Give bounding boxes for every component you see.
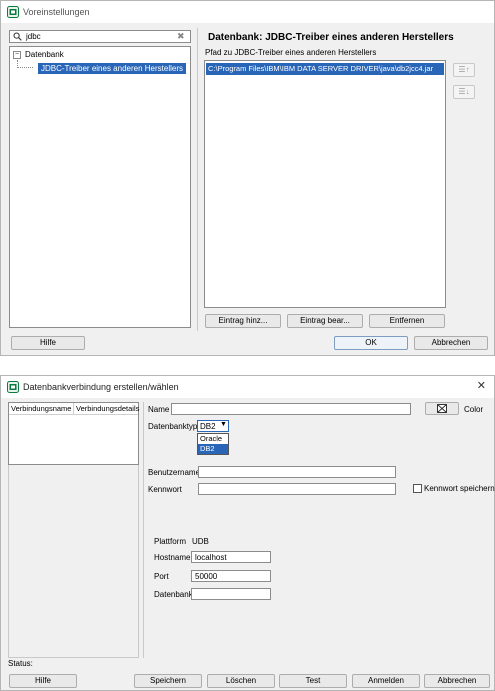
- connection-title: Datenbankverbindung erstellen/wählen: [23, 382, 179, 392]
- save-password-label: Kennwort speichern: [424, 484, 495, 493]
- search-icon: [13, 32, 22, 41]
- col-connection-details[interactable]: Verbindungsdetails: [76, 404, 139, 413]
- color-picker-button[interactable]: [425, 402, 459, 415]
- tree-item-datenbank[interactable]: Datenbank: [25, 50, 64, 59]
- dbtype-option-oracle[interactable]: Oracle: [198, 434, 228, 444]
- username-field[interactable]: [198, 466, 396, 478]
- preferences-titlebar: Voreinstellungen: [1, 1, 494, 23]
- connection-list: Verbindungsname Verbindungsdetails: [8, 402, 139, 465]
- preferences-heading: Datenbank: JDBC-Treiber eines anderen He…: [208, 32, 454, 43]
- edit-entry-button[interactable]: Eintrag bear...: [287, 314, 363, 328]
- move-down-button[interactable]: ☰↓: [453, 85, 475, 99]
- search-value: jdbc: [26, 32, 41, 41]
- chevron-down-icon: ▼: [220, 421, 227, 428]
- app-icon: [7, 381, 19, 393]
- hostname-label: Hostname: [154, 553, 191, 562]
- hostname-value: localhost: [195, 553, 227, 562]
- list-header: Verbindungsname Verbindungsdetails: [9, 403, 139, 415]
- driver-path-entry[interactable]: C:\Program Files\IBM\IBM DATA SERVER DRI…: [206, 63, 444, 75]
- col-divider: [73, 403, 74, 414]
- color-swatch-icon: [437, 404, 447, 413]
- login-button[interactable]: Anmelden: [352, 674, 420, 688]
- tree-connector: [17, 60, 33, 68]
- move-up-button[interactable]: ☰↑: [453, 63, 475, 77]
- connection-titlebar: Datenbankverbindung erstellen/wählen ✕: [1, 376, 494, 398]
- preferences-title: Voreinstellungen: [23, 7, 90, 17]
- form-divider: [143, 402, 144, 658]
- save-button[interactable]: Speichern: [134, 674, 202, 688]
- driver-path-list: C:\Program Files\IBM\IBM DATA SERVER DRI…: [204, 60, 446, 308]
- platform-label: Plattform: [154, 537, 187, 546]
- dbtype-option-db2[interactable]: DB2: [198, 444, 228, 454]
- test-button[interactable]: Test: [279, 674, 347, 688]
- port-value: 50000: [195, 572, 218, 581]
- color-label: Color: [464, 405, 484, 414]
- password-label: Kennwort: [148, 485, 182, 494]
- close-icon[interactable]: ✕: [477, 381, 486, 392]
- heading-divider: [197, 28, 198, 331]
- cancel-button[interactable]: Abbrechen: [424, 674, 490, 688]
- path-label: Pfad zu JDBC-Treiber eines anderen Herst…: [205, 48, 377, 57]
- clear-search-icon[interactable]: ✖: [177, 31, 185, 42]
- tree-item-jdbc-driver[interactable]: JDBC-Treiber eines anderen Herstellers: [38, 63, 186, 74]
- database-field[interactable]: [191, 588, 271, 600]
- connection-dialog: Datenbankverbindung erstellen/wählen ✕ V…: [0, 375, 495, 691]
- remove-entry-button[interactable]: Entfernen: [369, 314, 445, 328]
- status-label: Status:: [8, 659, 33, 668]
- dbtype-select[interactable]: DB2 ▼: [197, 420, 229, 432]
- app-icon: [7, 6, 19, 18]
- ok-button[interactable]: OK: [334, 336, 408, 350]
- preferences-tree: − Datenbank JDBC-Treiber eines anderen H…: [9, 46, 191, 328]
- dbtype-dropdown: Oracle DB2: [197, 433, 229, 455]
- port-field[interactable]: 50000: [191, 570, 271, 582]
- help-button[interactable]: Hilfe: [11, 336, 85, 350]
- delete-button[interactable]: Löschen: [207, 674, 275, 688]
- save-password-checkbox[interactable]: [413, 484, 422, 493]
- username-label: Benutzername: [148, 468, 201, 477]
- tree-collapse-icon[interactable]: −: [13, 51, 21, 59]
- platform-value: UDB: [192, 537, 209, 546]
- name-field[interactable]: [171, 403, 411, 415]
- cancel-button[interactable]: Abbrechen: [414, 336, 488, 350]
- dbtype-label: Datenbanktyp: [148, 422, 198, 431]
- password-field[interactable]: [198, 483, 396, 495]
- add-entry-button[interactable]: Eintrag hinz...: [205, 314, 281, 328]
- search-input[interactable]: jdbc: [9, 30, 191, 43]
- name-label: Name: [148, 405, 170, 414]
- preferences-dialog: Voreinstellungen jdbc ✖ − Datenbank JDBC…: [0, 0, 495, 356]
- help-button[interactable]: Hilfe: [9, 674, 77, 688]
- hostname-field[interactable]: localhost: [191, 551, 271, 563]
- database-label: Datenbank: [154, 590, 193, 599]
- list-lower-area: [8, 465, 139, 658]
- dbtype-value: DB2: [200, 422, 216, 431]
- col-connection-name[interactable]: Verbindungsname: [11, 404, 71, 413]
- port-label: Port: [154, 572, 169, 581]
